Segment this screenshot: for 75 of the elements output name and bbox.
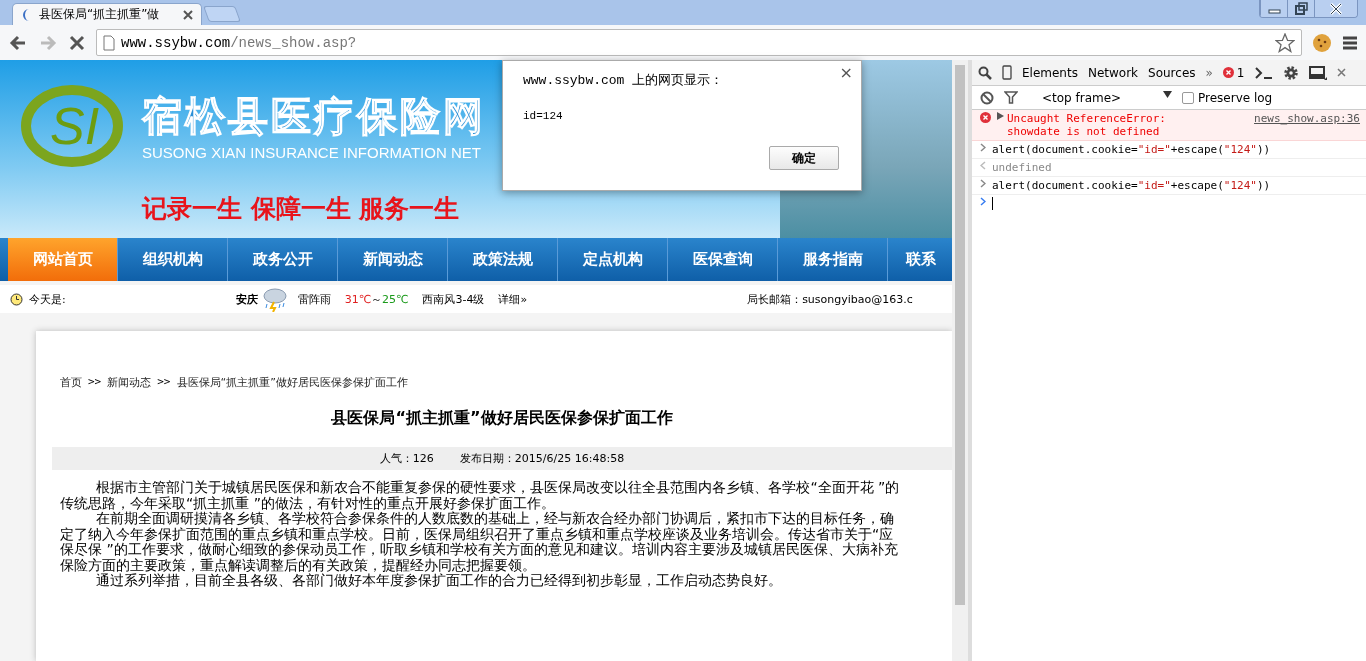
date-label: 今天是: xyxy=(29,291,66,307)
page-icon xyxy=(103,34,115,51)
clear-console-icon[interactable] xyxy=(980,90,994,105)
thunderstorm-icon xyxy=(261,286,288,312)
devtools-tab[interactable]: Network xyxy=(1087,65,1139,80)
temperature-range-separator: ～ xyxy=(371,291,383,307)
site-title: 宿松县医疗保险网 xyxy=(142,92,486,141)
preserve-log-checkbox[interactable] xyxy=(1182,91,1194,104)
temperature-low: 25℃ xyxy=(382,292,409,306)
error-icon xyxy=(1222,67,1234,78)
breadcrumb-link[interactable]: 县医保局“抓主抓重”做好居民医保参保扩面工作 xyxy=(176,375,408,390)
settings-icon[interactable] xyxy=(1282,64,1299,81)
site-slogan: 记录一生 保障一生 服务一生 xyxy=(142,193,461,225)
dock-icon[interactable] xyxy=(1308,65,1327,80)
clock-icon xyxy=(10,292,23,306)
nav-item[interactable]: 新闻动态 xyxy=(338,238,448,281)
bookmark-star-icon[interactable] xyxy=(1275,32,1295,53)
error-icon xyxy=(980,112,991,123)
nav-item[interactable]: 政策法规 xyxy=(448,238,558,281)
stop-icon[interactable] xyxy=(68,33,86,52)
preserve-log-label: Preserve log xyxy=(1198,90,1273,105)
scrollbar[interactable] xyxy=(952,60,968,661)
close-icon[interactable] xyxy=(183,9,193,20)
weather-condition: 雷阵雨 xyxy=(297,291,331,307)
address-bar[interactable]: www.ssybw.com/news_show.asp? xyxy=(96,29,1302,56)
console-command: alert(document.cookie="id="+escape("124")) xyxy=(992,179,1271,192)
breadcrumb-link[interactable]: 新闻动态 xyxy=(107,375,152,390)
expand-triangle-icon[interactable] xyxy=(997,112,1004,120)
restore-icon[interactable] xyxy=(1287,0,1314,17)
url-path: /news_show.asp? xyxy=(230,34,357,51)
breadcrumb-separator: >> xyxy=(157,375,171,390)
temperature-high: 31℃ xyxy=(344,292,372,306)
close-icon[interactable] xyxy=(1314,0,1357,17)
breadcrumb-separator: >> xyxy=(88,375,102,390)
chevron-icon xyxy=(980,143,986,152)
devtools-tab[interactable]: Sources xyxy=(1148,65,1196,80)
nav-item[interactable]: 服务指南 xyxy=(778,238,888,281)
search-icon[interactable] xyxy=(978,65,992,80)
breadcrumb-link[interactable]: 首页 xyxy=(60,375,82,390)
console-icon[interactable] xyxy=(1254,66,1273,79)
nav-item[interactable]: 定点机构 xyxy=(558,238,668,281)
ok-button[interactable]: 确定 xyxy=(769,146,839,170)
error-count[interactable]: 1 xyxy=(1236,65,1245,80)
nav-item[interactable]: 医保查询 xyxy=(668,238,778,281)
filter-icon[interactable] xyxy=(1004,91,1018,104)
browser-tab[interactable]: 县医保局“抓主抓重”做 xyxy=(12,3,202,25)
dialog-message: id=124 xyxy=(523,110,563,122)
article-paragraph: 根据市主管部门关于城镇居民医保和新农合不能重复参保的硬性要求，县医保局改变以往全县范围内各乡镇、各学校“全面开花 ”的传统思路，今年采取“抓主抓重 ”的做法，有针对性的重点开展好参保扩面工作。 xyxy=(59,480,901,511)
source-link[interactable]: news_show.asp:36 xyxy=(1254,112,1360,125)
dropdown-caret-icon xyxy=(1163,90,1172,98)
more-tabs-button[interactable]: » xyxy=(1205,65,1213,80)
view-count: 人气：126 xyxy=(379,451,434,466)
menu-icon[interactable] xyxy=(1342,34,1358,51)
nav-item[interactable]: 联系 xyxy=(888,238,952,281)
dialog-title: www.ssybw.com 上的网页显示： xyxy=(523,72,724,89)
url-host: www.ssybw.com xyxy=(121,34,231,51)
nav-item[interactable]: 政务公开 xyxy=(228,238,338,281)
article-paragraph: 在前期全面调研摸清各乡镇、各学校符合参保条件的人数底数的基础上，经与新农合经办部门协调后，紧扣市下达的目标任务，确定了纳入今年参保扩面范围的重点乡镇和重点学校。日前，医保局组织召开了重点乡镇和重点学校座谈及业务培训会。传达省市关于“应保尽保 ”的工作要求，做耐心细致的参保动员工作，听取乡镇和学校有关方面的意见和建议。培训内容主要涉及城镇居民医保、大病补充保险方面的主要政策，重点解读调整后的有关政策，提醒经办同志把握要领。 xyxy=(59,511,899,573)
devtools-tab[interactable]: Elements xyxy=(1022,65,1078,80)
console-command: alert(document.cookie="id="+escape("124")) xyxy=(992,143,1271,156)
weather-city: 安庆 xyxy=(235,291,258,307)
mobile-device-icon[interactable] xyxy=(1002,65,1012,80)
publish-date: 发布日期：2015/6/25 16:48:58 xyxy=(459,451,625,466)
frame-selector[interactable]: <top frame> xyxy=(1028,90,1172,105)
wind-info: 西南风3-4级 xyxy=(422,291,485,307)
article-title: 县医保局“抓主抓重”做好居民医保参保扩面工作 xyxy=(330,408,674,429)
close-button[interactable]: × xyxy=(839,63,853,82)
nav-item[interactable]: 组织机构 xyxy=(118,238,228,281)
console-result: undefined xyxy=(992,161,1052,174)
site-subtitle: SUSONG XIAN INSURANCE INFORMATION NET xyxy=(142,144,482,161)
article-paragraph: 通过系列举措，目前全县各级、各部门做好本年度参保扩面工作的合力已经得到初步彰显，工作启动态势良好。 xyxy=(95,573,784,589)
error-message: Uncaught ReferenceError: showdate is not defined xyxy=(1007,112,1166,138)
weather-details-link[interactable]: 详细» xyxy=(498,291,528,307)
cookie-icon[interactable] xyxy=(1312,32,1332,53)
director-mailbox[interactable]: 局长邮箱：susongyibao@163.c xyxy=(747,291,913,307)
